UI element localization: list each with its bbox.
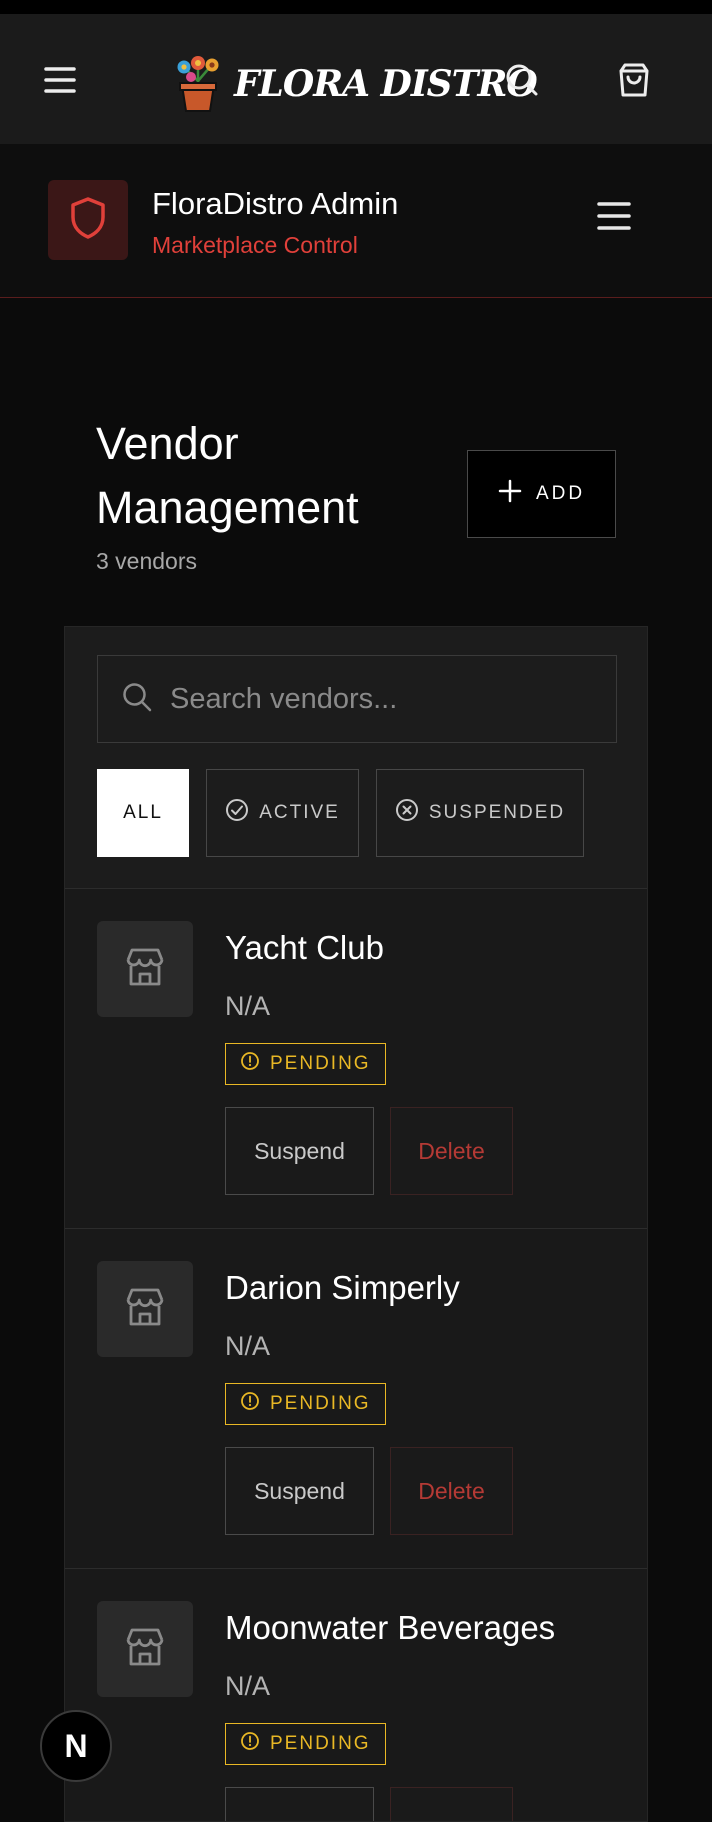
filter-active-label: ACTIVE bbox=[259, 802, 340, 823]
plus-icon bbox=[498, 479, 522, 509]
search-icon[interactable] bbox=[500, 58, 544, 102]
filter-suspended-label: SUSPENDED bbox=[428, 802, 566, 823]
alert-circle-icon bbox=[240, 1731, 260, 1757]
store-icon bbox=[122, 1624, 168, 1675]
flower-pot-icon bbox=[172, 51, 224, 118]
vendor-thumbnail bbox=[97, 1601, 193, 1697]
suspend-button[interactable]: Suspend bbox=[225, 1107, 374, 1195]
vendor-row: Yacht Club N/A PENDING Suspend Delete bbox=[65, 889, 647, 1229]
x-circle-icon bbox=[395, 798, 419, 828]
status-badge: PENDING bbox=[225, 1383, 386, 1425]
filter-group: ALL ACTIVE SUSPENDED bbox=[97, 769, 584, 857]
vendor-name: Yacht Club bbox=[225, 929, 384, 966]
alert-circle-icon bbox=[240, 1051, 260, 1077]
vendor-thumbnail bbox=[97, 921, 193, 1017]
admin-bar: FloraDistro Admin Marketplace Control bbox=[0, 144, 712, 298]
vendor-name: Moonwater Beverages bbox=[225, 1609, 556, 1646]
filter-all-label: ALL bbox=[123, 802, 163, 823]
vendor-detail: N/A bbox=[225, 1671, 271, 1701]
brand-logo[interactable]: FLORA DISTRO bbox=[172, 44, 538, 124]
check-circle-icon bbox=[225, 798, 249, 828]
panel-toolbar: ALL ACTIVE SUSPENDED bbox=[65, 627, 647, 889]
admin-title: FloraDistro Admin bbox=[152, 186, 399, 221]
alert-circle-icon bbox=[240, 1391, 260, 1417]
top-strip bbox=[0, 0, 712, 14]
status-label: PENDING bbox=[270, 1733, 371, 1754]
add-button-label: ADD bbox=[535, 483, 586, 504]
hamburger-icon bbox=[596, 200, 632, 237]
brand-wordmark: FLORA DISTRO bbox=[234, 63, 538, 105]
status-label: PENDING bbox=[270, 1393, 371, 1414]
add-vendor-button[interactable]: ADD bbox=[467, 450, 616, 538]
status-label: PENDING bbox=[270, 1053, 371, 1074]
filter-active[interactable]: ACTIVE bbox=[206, 769, 359, 857]
vendor-row: Darion Simperly N/A PENDING Suspend Dele… bbox=[65, 1229, 647, 1569]
store-icon bbox=[122, 944, 168, 995]
delete-button[interactable]: Delete bbox=[390, 1447, 513, 1535]
shopping-bag-icon[interactable] bbox=[612, 58, 656, 102]
vendor-thumbnail bbox=[97, 1261, 193, 1357]
filter-all[interactable]: ALL bbox=[97, 769, 189, 857]
vendor-row: Moonwater Beverages N/A PENDING Suspend … bbox=[65, 1569, 647, 1821]
filter-suspended[interactable]: SUSPENDED bbox=[376, 769, 584, 857]
site-header: FLORA DISTRO bbox=[0, 14, 712, 144]
vendor-detail: N/A bbox=[225, 991, 271, 1021]
search-icon bbox=[122, 682, 152, 717]
admin-badge bbox=[48, 180, 128, 260]
shield-icon bbox=[68, 196, 108, 245]
vendor-panel: ALL ACTIVE SUSPENDED Yacht Club N/A bbox=[64, 626, 648, 1822]
store-icon bbox=[122, 1284, 168, 1335]
delete-button[interactable]: Delete bbox=[390, 1787, 513, 1821]
hamburger-icon[interactable] bbox=[38, 58, 82, 102]
search-input[interactable] bbox=[170, 682, 590, 716]
status-badge: PENDING bbox=[225, 1723, 386, 1765]
page-title: Vendor Management bbox=[96, 418, 359, 533]
vendor-detail: N/A bbox=[225, 1331, 271, 1361]
delete-button[interactable]: Delete bbox=[390, 1107, 513, 1195]
status-badge: PENDING bbox=[225, 1043, 386, 1085]
vendor-count: 3 vendors bbox=[96, 548, 198, 574]
suspend-button[interactable]: Suspend bbox=[225, 1447, 374, 1535]
suspend-button[interactable]: Suspend bbox=[225, 1787, 374, 1821]
admin-menu-button[interactable] bbox=[590, 194, 638, 242]
search-box[interactable] bbox=[97, 655, 617, 743]
dev-tools-badge[interactable]: N bbox=[40, 1710, 112, 1782]
admin-subtitle: Marketplace Control bbox=[152, 232, 358, 258]
vendor-name: Darion Simperly bbox=[225, 1269, 460, 1306]
